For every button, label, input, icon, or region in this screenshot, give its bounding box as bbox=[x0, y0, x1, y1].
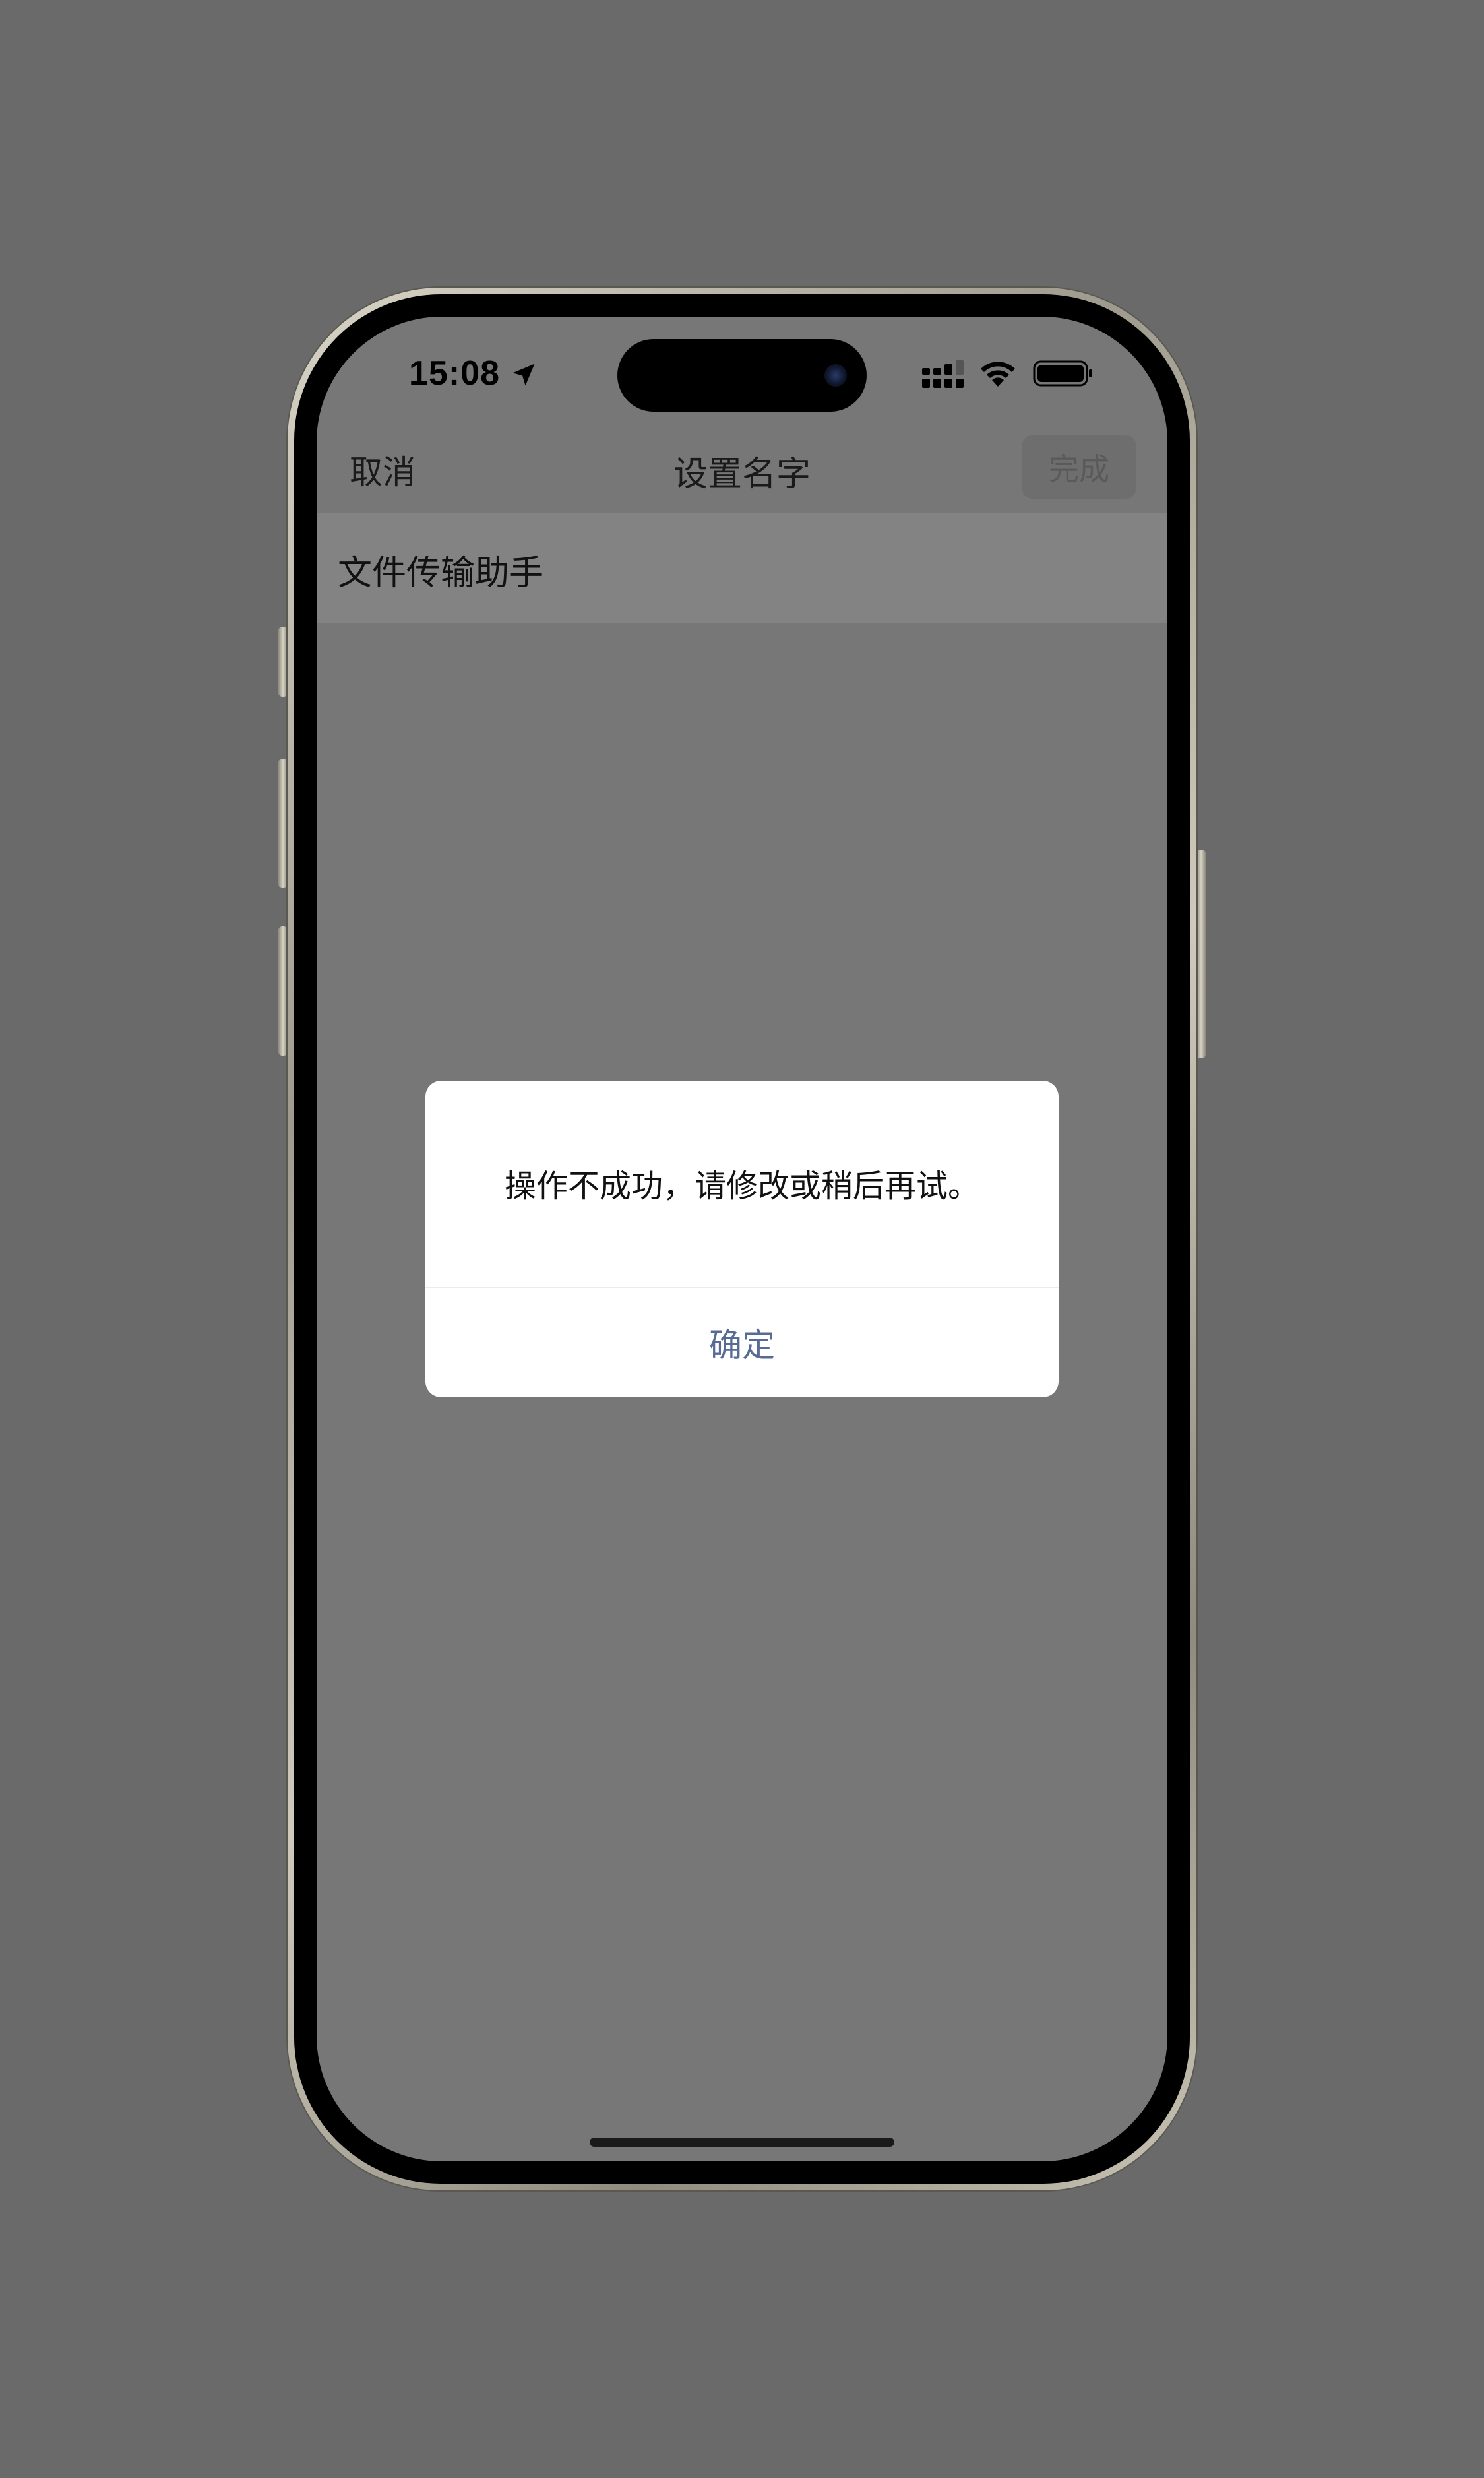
done-button[interactable]: 完成 bbox=[1022, 435, 1136, 499]
device-mockup: 15:08 取消 设置名字 完成 文件传输助手 操作不成功，请修改或稍后再试。 … bbox=[0, 0, 1484, 2478]
name-input[interactable]: 文件传输助手 bbox=[338, 545, 543, 594]
home-indicator[interactable] bbox=[590, 2138, 894, 2147]
wifi-icon bbox=[981, 362, 1015, 387]
dynamic-island bbox=[617, 339, 867, 412]
volume-up-button bbox=[278, 759, 288, 888]
phone-screen: 15:08 取消 设置名字 完成 文件传输助手 操作不成功，请修改或稍后再试。 … bbox=[317, 317, 1167, 2161]
volume-down-button bbox=[278, 926, 288, 1056]
battery-icon bbox=[1033, 360, 1092, 387]
cellular-signal-icon bbox=[922, 360, 964, 388]
name-input-row[interactable]: 文件传输助手 bbox=[317, 513, 1167, 623]
status-time: 15:08 bbox=[409, 354, 500, 393]
alert-message: 操作不成功，请修改或稍后再试。 bbox=[504, 1168, 979, 1205]
power-button bbox=[1196, 850, 1206, 1058]
confirm-button[interactable]: 确定 bbox=[425, 1288, 1059, 1397]
front-camera-icon bbox=[824, 364, 847, 387]
location-arrow-icon bbox=[512, 364, 535, 386]
action-button bbox=[278, 627, 288, 697]
error-alert-dialog: 操作不成功，请修改或稍后再试。 确定 bbox=[425, 1081, 1059, 1397]
